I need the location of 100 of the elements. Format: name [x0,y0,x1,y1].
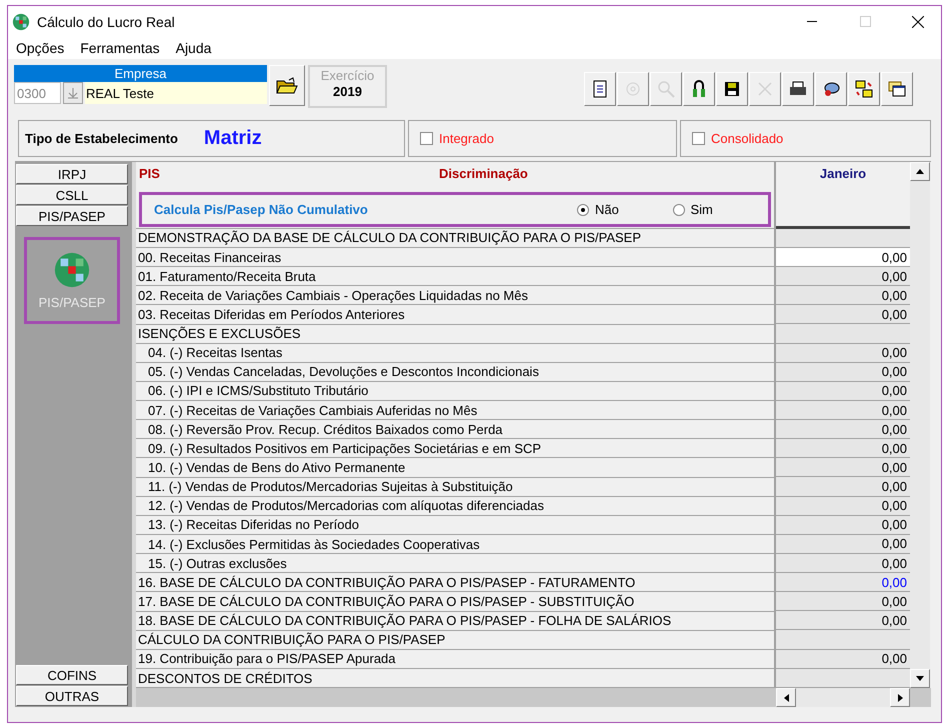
value-text: 0,00 [882,479,907,494]
minimize-icon [807,21,817,22]
row-label: 11. (-) Vendas de Produtos/Mercadorias Sujeitas à Substituição [136,478,774,497]
establishment-type-value: Matriz [204,127,262,150]
value-text: 0,00 [882,517,907,532]
row-label: 16. BASE DE CÁLCULO DA CONTRIBUIÇÃO PARA O PIS/PASEP - FATURAMENTO [136,573,774,592]
value-cell[interactable]: 0,00 [776,420,910,440]
radio-button[interactable] [577,204,590,216]
value-cell[interactable]: 0,00 [776,305,910,324]
value-cell[interactable]: 0,00 [776,344,910,363]
row-label: 09. (-) Resultados Positivos em Participações Societárias e em SCP [136,439,774,458]
value-cell[interactable]: 0,00 [776,286,910,306]
toolbar-button[interactable] [584,72,616,106]
toolbar-button[interactable] [716,72,748,106]
toolbar-button[interactable] [848,72,880,106]
company-code-field[interactable]: 0300 [14,82,61,104]
toolbar-button[interactable] [782,72,814,106]
value-cell[interactable]: 0,00 [776,382,910,401]
value-cell[interactable]: 0,00 [776,248,910,268]
row-label: 14. (-) Exclusões Permitidas às Sociedades Cooperativas [136,535,774,554]
value-text: 0,00 [882,440,907,456]
value-text: 0,00 [882,556,907,570]
row-label: 04. (-) Receitas Isentas [136,344,774,363]
row-label: 12. (-) Vendas de Produtos/Mercadorias com alíquotas diferenciadas [136,496,774,516]
value-cell[interactable]: 0,00 [776,267,910,286]
checkbox-label: Consolidado [711,131,784,146]
row-label: 17. BASE DE CÁLCULO DA CONTRIBUIÇÃO PARA O PIS/PASEP - SUBSTITUIÇÃO [136,592,774,612]
value-cell[interactable]: 0,00 [776,439,910,458]
value-text: 0,00 [882,422,907,437]
sidebar-tab[interactable]: COFINS [16,665,128,685]
value-cell[interactable]: 0,00 [776,458,910,478]
radio-option[interactable]: Não [577,202,672,217]
menu-item[interactable]: Ferramentas [80,40,160,56]
value-cell[interactable]: 0,00 [776,362,910,382]
menu-item[interactable]: Ajuda [176,40,212,56]
sidebar-tab[interactable]: CSLL [16,185,128,205]
value-text: 0,00 [882,402,907,418]
value-text: 0,00 [882,345,907,360]
value-text: 0,00 [882,383,907,398]
value-cell[interactable]: 0,00 [776,554,910,574]
vertical-scrollbar[interactable] [910,162,930,688]
month-header: Janeiro [820,166,866,183]
close-icon [912,16,924,28]
globe-icon [53,251,91,289]
row-label: 05. (-) Vendas Canceladas, Devoluções e Descontos Incondicionais [136,362,774,382]
section-header: DEMONSTRAÇÃO DA BASE DE CÁLCULO DA CONTRIBUIÇÃO PARA O PIS/PASEP [136,228,774,248]
sidebar-tab[interactable]: OUTRAS [16,686,128,706]
value-text: 0,00 [882,364,907,380]
left-arrow-icon [784,694,788,702]
row-label: 00. Receitas Financeiras [136,248,774,268]
sidebar-tab[interactable]: PIS/PASEP [16,206,128,226]
maximize-icon [860,16,870,27]
value-cell[interactable]: 0,00 [776,516,910,535]
value-text: 0,00 [882,574,907,590]
row-label: 15. (-) Outras exclusões [136,554,774,574]
radio-button[interactable] [672,204,684,216]
value-cell[interactable]: 0,00 [776,611,910,630]
radio-option[interactable]: Sim [672,202,768,217]
row-label: 13. (-) Receitas Diferidas no Período [136,516,774,536]
value-text: 0,00 [882,594,907,609]
checkbox-label: Integrado [439,131,494,146]
checkbox[interactable] [420,132,433,145]
horizontal-scrollbar[interactable] [776,688,910,707]
value-text: 0,00 [882,288,907,303]
down-arrow-icon [916,676,924,681]
sidebar-tab[interactable]: IRPJ [16,164,128,184]
folders-icon [854,79,874,99]
up-arrow-icon [916,169,924,174]
value-cell[interactable]: 0,00 [776,477,910,497]
row-label: 19. Contribuição para o PIS/PASEP Apurada [136,650,774,670]
window-title: Cálculo do Lucro Real [37,14,176,30]
company-name-field[interactable]: REAL Teste [85,82,267,104]
value-cell[interactable]: 0,00 [776,573,910,592]
dropdown-button[interactable] [63,82,83,104]
establishment-type-label: Tipo de Estabelecimento [25,131,178,146]
row-label: 07. (-) Receitas de Variações Cambiais Auferidas no Mês [136,401,774,420]
toolbar-button[interactable] [815,72,847,106]
value-text: 0,00 [882,250,907,264]
folder-icon [276,76,298,94]
value-text: 0,00 [882,651,907,666]
search-icon [656,79,676,99]
question-label: Calcula Pis/Pasep Não Cumulativo [154,202,369,217]
value-text: 0,00 [882,460,907,475]
open-folder-button[interactable] [269,65,305,106]
exercise-label: Exercício [320,68,374,83]
value-cell[interactable]: 0,00 [776,534,910,554]
value-cell[interactable]: 0,00 [776,650,910,669]
value-cell[interactable]: 0,00 [776,592,910,612]
menu-item[interactable]: Opções [16,40,64,56]
company-label: Empresa [14,65,267,82]
value-cell[interactable]: 0,00 [776,400,910,420]
row-label: 08. (-) Reversão Prov. Recup. Créditos Baixados como Perda [136,420,774,440]
table-title: PIS [139,166,161,180]
checkbox[interactable] [692,132,705,145]
exercise-year: 2019 [333,84,362,99]
toolbar-button[interactable] [881,72,913,106]
value-text: 0,00 [882,536,907,552]
value-cell[interactable]: 0,00 [776,496,910,516]
toolbar-button[interactable] [683,72,715,106]
row-label: 10. (-) Vendas de Bens do Ativo Permanente [136,458,774,478]
